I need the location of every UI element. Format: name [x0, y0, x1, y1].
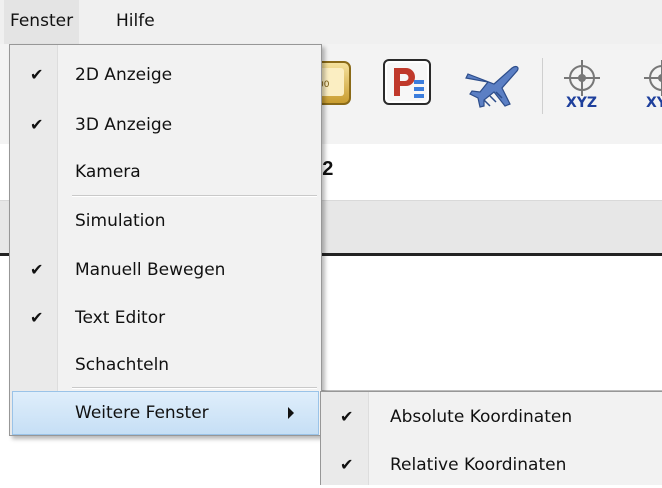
submenu-item-absolute-koordinaten[interactable]: ✔ Absolute Koordinaten — [323, 394, 659, 440]
check-icon: ✔ — [30, 115, 44, 134]
menu-item-text-editor[interactable]: ✔ Text Editor — [12, 294, 319, 342]
airplane-button[interactable] — [460, 54, 522, 112]
toolbar-separator — [542, 58, 543, 114]
menu-hilfe-label: Hilfe — [116, 11, 155, 31]
menu-item-3d-anzeige[interactable]: ✔ 3D Anzeige — [12, 101, 319, 149]
menu-item-label: Schachteln — [75, 355, 170, 375]
menu-item-2d-anzeige[interactable]: ✔ 2D Anzeige — [12, 51, 319, 99]
crosshair-xyz-icon-2: XYZ — [644, 60, 662, 111]
check-icon: ✔ — [340, 455, 354, 474]
menubar: Fenster Hilfe — [0, 0, 662, 44]
menu-item-label: Simulation — [75, 211, 166, 231]
menu-item-label: Kamera — [75, 162, 141, 182]
svg-text:XYZ: XYZ — [566, 95, 597, 111]
menu-item-label: Text Editor — [75, 308, 166, 328]
fenster-dropdown-menu: ✔ 2D Anzeige ✔ 3D Anzeige Kamera Simulat… — [9, 44, 322, 436]
menu-item-kamera[interactable]: Kamera — [12, 148, 319, 196]
p-document-button[interactable] — [378, 54, 440, 112]
submenu-item-label: Relative Koordinaten — [390, 455, 567, 475]
check-icon: ✔ — [30, 308, 44, 327]
menu-item-label: 3D Anzeige — [75, 115, 173, 135]
menu-item-label: Weitere Fenster — [75, 403, 209, 423]
submenu-arrow-icon — [288, 407, 294, 419]
xyz-absolute-button[interactable]: XYZ — [552, 54, 614, 112]
p-document-icon — [383, 59, 431, 105]
menu-fenster-label: Fenster — [10, 11, 74, 31]
check-icon: ✔ — [340, 407, 354, 426]
menu-item-manuell-bewegen[interactable]: ✔ Manuell Bewegen — [12, 246, 319, 294]
xyz-relative-button[interactable]: XYZ — [632, 54, 662, 112]
submenu-item-label: Absolute Koordinaten — [390, 407, 573, 427]
content-panel — [320, 256, 662, 391]
menu-item-label: 2D Anzeige — [75, 65, 173, 85]
menu-item-schachteln[interactable]: Schachteln — [12, 341, 319, 389]
menu-fenster[interactable]: Fenster — [4, 0, 80, 44]
menu-item-simulation[interactable]: Simulation — [12, 197, 319, 245]
svg-text:XYZ: XYZ — [646, 95, 662, 111]
weitere-fenster-submenu: ✔ Absolute Koordinaten ✔ Relative Koordi… — [320, 391, 662, 485]
menu-hilfe[interactable]: Hilfe — [110, 0, 161, 44]
submenu-item-relative-koordinaten[interactable]: ✔ Relative Koordinaten — [323, 442, 659, 488]
crosshair-xyz-icon: XYZ — [564, 60, 600, 111]
airplane-icon — [465, 65, 519, 108]
menu-item-weitere-fenster[interactable]: Weitere Fenster — [12, 391, 319, 435]
check-icon: ✔ — [30, 260, 44, 279]
menu-item-label: Manuell Bewegen — [75, 260, 226, 280]
check-icon: ✔ — [30, 65, 44, 84]
menu-separator — [72, 387, 317, 389]
